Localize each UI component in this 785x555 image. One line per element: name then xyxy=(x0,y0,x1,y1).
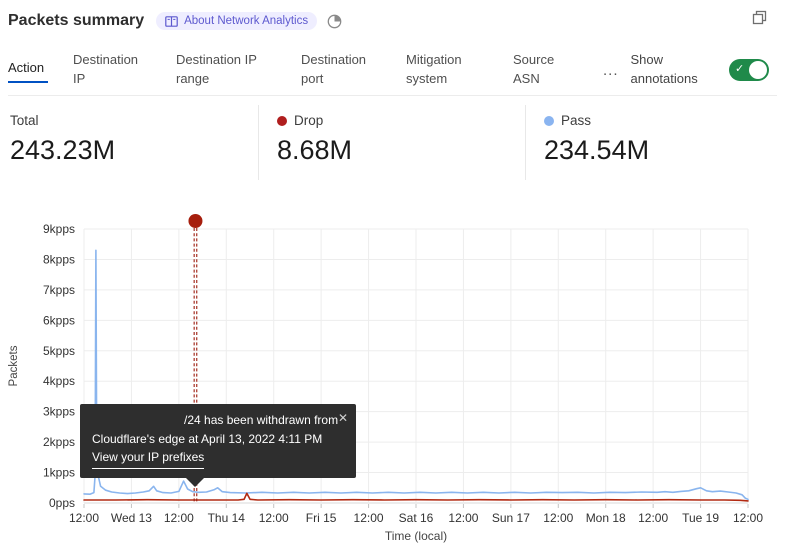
card-header: Packets summary About Network Analytics xyxy=(8,8,777,34)
stat-pass: Pass 234.54M xyxy=(525,105,785,180)
tooltip-line-1: /24 has been withdrawn from xyxy=(92,411,346,430)
tab-destination-ip-range[interactable]: Destination IP range xyxy=(176,51,276,89)
time-period-icon[interactable] xyxy=(327,14,342,29)
stat-value: 234.54M xyxy=(544,135,785,166)
y-tick-label: 7kpps xyxy=(43,283,75,297)
tooltip-line-2: Cloudflare's edge at April 13, 2022 4:11… xyxy=(92,430,346,449)
y-axis-title: Packets xyxy=(8,345,20,386)
y-tick-label: 4kpps xyxy=(43,374,75,388)
x-tick-label: 12:00 xyxy=(543,511,573,525)
stat-label: Drop xyxy=(294,113,323,128)
y-tick-label: 5kpps xyxy=(43,344,75,358)
about-network-analytics-badge[interactable]: About Network Analytics xyxy=(156,12,317,30)
view-ip-prefixes-link[interactable]: View your IP prefixes xyxy=(92,448,204,469)
tab-destination-port[interactable]: Destination port xyxy=(301,51,381,89)
x-tick-label: 12:00 xyxy=(69,511,99,525)
badge-label: About Network Analytics xyxy=(184,15,308,27)
toggle-knob xyxy=(749,61,767,79)
x-axis-title: Time (local) xyxy=(385,529,447,543)
tab-action[interactable]: Action xyxy=(8,57,48,83)
x-tick-label: 12:00 xyxy=(164,511,194,525)
x-tick-label: 12:00 xyxy=(733,511,763,525)
x-tick-label: 12:00 xyxy=(259,511,289,525)
x-tick-label: Sat 16 xyxy=(399,511,434,525)
stat-value: 8.68M xyxy=(277,135,525,166)
stat-label: Total xyxy=(10,113,39,128)
close-icon[interactable]: ✕ xyxy=(338,409,348,428)
annotation-marker-dot[interactable] xyxy=(188,214,202,228)
x-tick-label: Fri 15 xyxy=(306,511,337,525)
pass-legend-dot xyxy=(544,116,554,126)
x-tick-label: 12:00 xyxy=(638,511,668,525)
summary-stats-row: Total 243.23M Drop 8.68M Pass 234.54M xyxy=(0,105,785,180)
x-tick-label: Tue 19 xyxy=(682,511,719,525)
y-tick-label: 6kpps xyxy=(43,313,75,327)
drop-legend-dot xyxy=(277,116,287,126)
stat-value: 243.23M xyxy=(10,135,258,166)
x-tick-label: Sun 17 xyxy=(492,511,530,525)
annotation-tooltip: ✕ /24 has been withdrawn from Cloudflare… xyxy=(80,404,356,478)
more-tabs-button[interactable]: ... xyxy=(603,62,619,79)
y-tick-label: 3kpps xyxy=(43,405,75,419)
x-tick-label: Wed 13 xyxy=(111,511,152,525)
y-tick-label: 8kpps xyxy=(43,252,75,266)
x-tick-label: Mon 18 xyxy=(586,511,626,525)
tab-destination-ip[interactable]: Destination IP xyxy=(73,51,151,89)
packets-summary-card: Packets summary About Network Analytics … xyxy=(0,0,785,555)
x-tick-label: Thu 14 xyxy=(208,511,246,525)
x-tick-label: 12:00 xyxy=(354,511,384,525)
y-tick-label: 9kpps xyxy=(43,222,75,236)
check-icon: ✓ xyxy=(735,62,744,75)
filter-tab-bar: Action Destination IP Destination IP range… xyxy=(8,45,777,96)
x-tick-label: 12:00 xyxy=(448,511,478,525)
page-title: Packets summary xyxy=(8,12,144,30)
restore-window-icon[interactable] xyxy=(752,10,767,30)
book-icon xyxy=(165,16,178,27)
y-tick-label: 2kpps xyxy=(43,435,75,449)
stat-drop: Drop 8.68M xyxy=(258,105,525,180)
y-tick-label: 1kpps xyxy=(43,466,75,480)
tab-source-asn[interactable]: Source ASN xyxy=(513,51,568,89)
show-annotations-toggle[interactable]: ✓ xyxy=(729,59,769,81)
tab-mitigation-system[interactable]: Mitigation system xyxy=(406,51,488,89)
y-tick-label: 0pps xyxy=(49,496,75,510)
packets-time-series-chart: 12:00 Wed 13 12:00 Thu 14 12:00 Fri 15 12:00 Sa… xyxy=(0,195,785,555)
stat-label: Pass xyxy=(561,113,591,128)
show-annotations-label: Show annotations xyxy=(631,51,711,89)
tooltip-caret xyxy=(186,478,204,487)
stat-total: Total 243.23M xyxy=(0,105,258,180)
